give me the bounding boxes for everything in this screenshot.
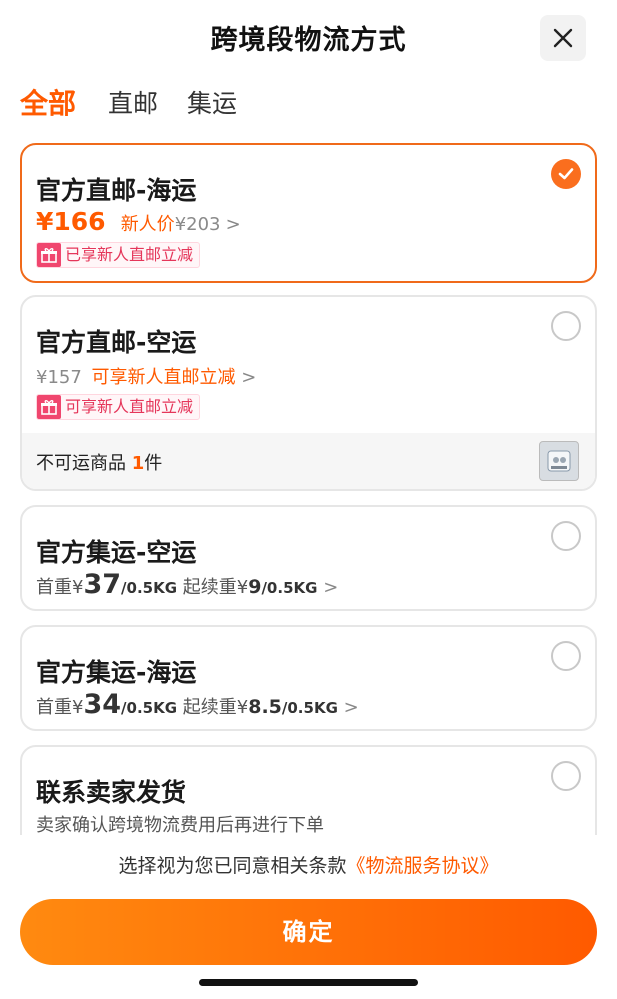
option-title: 官方集运-海运 <box>36 658 197 687</box>
close-icon <box>553 28 573 48</box>
unavailable-label: 不可运商品 <box>36 453 126 474</box>
radio-selected[interactable] <box>551 159 581 189</box>
radio-unselected[interactable] <box>551 311 581 341</box>
unavailable-items-text: 不可运商品 1件 <box>36 449 162 475</box>
shipping-option-consolidated-sea[interactable]: 官方集运-海运 首重¥34/0.5KG 起续重¥8.5/0.5KG > <box>20 625 597 731</box>
home-indicator <box>199 979 418 986</box>
extra-weight-price: 9 <box>248 576 262 598</box>
promo-tag: 已享新人直邮立减 <box>36 242 201 268</box>
price-line[interactable]: ¥157 可享新人直邮立减 > <box>36 363 256 389</box>
header: 跨境段物流方式 <box>0 0 617 78</box>
unavailable-unit: 件 <box>144 453 163 474</box>
radio-unselected[interactable] <box>551 641 581 671</box>
price: ¥166 <box>36 207 106 236</box>
close-button[interactable] <box>540 15 586 61</box>
price: ¥157 <box>36 367 82 388</box>
tab-all[interactable]: 全部 <box>20 82 76 122</box>
extra-weight-label: 起续重¥ <box>182 577 249 598</box>
shipping-option-direct-air[interactable]: 官方直邮-空运 ¥157 可享新人直邮立减 > 可享新人直邮立减 不可运商品 1… <box>20 295 597 491</box>
page-title: 跨境段物流方式 <box>210 25 407 56</box>
option-title: 官方直邮-空运 <box>36 328 197 357</box>
promo-tag-label: 已享新人直邮立减 <box>65 245 194 264</box>
gift-icon <box>37 243 61 267</box>
chevron-right-icon: > <box>343 697 359 718</box>
agreement-link[interactable]: 《物流服务协议》 <box>347 855 499 877</box>
option-description: 卖家确认跨境物流费用后再进行下单 <box>36 815 324 835</box>
agreement-text: 选择视为您已同意相关条款《物流服务协议》 <box>0 851 617 878</box>
promo-tag-label: 可享新人直邮立减 <box>65 397 194 416</box>
product-thumbnail <box>539 441 579 481</box>
original-price: ¥203 <box>174 214 221 235</box>
option-title: 官方直邮-海运 <box>36 176 197 205</box>
first-weight-price: 34 <box>83 689 122 720</box>
option-title: 联系卖家发货 <box>36 778 187 807</box>
tab-direct-mail[interactable]: 直邮 <box>108 84 158 120</box>
new-price-label: 新人价 <box>120 214 175 235</box>
first-weight-label: 首重¥ <box>36 697 84 718</box>
first-weight-price: 37 <box>83 569 122 600</box>
unavailable-items-row[interactable]: 不可运商品 1件 <box>22 433 595 489</box>
shipping-option-consolidated-air[interactable]: 官方集运-空运 首重¥37/0.5KG 起续重¥9/0.5KG > <box>20 505 597 611</box>
chevron-right-icon: > <box>241 367 257 388</box>
first-weight-unit: /0.5KG <box>121 579 178 597</box>
first-weight-unit: /0.5KG <box>121 699 178 717</box>
extra-weight-unit: /0.5KG <box>261 579 318 597</box>
extra-weight-price: 8.5 <box>248 696 282 718</box>
shipping-option-contact-seller[interactable]: 联系卖家发货 卖家确认跨境物流费用后再进行下单 <box>20 745 597 835</box>
tab-consolidated[interactable]: 集运 <box>187 84 237 120</box>
gift-icon <box>37 395 61 419</box>
first-weight-label: 首重¥ <box>36 577 84 598</box>
chevron-right-icon: > <box>323 577 339 598</box>
option-title: 官方集运-空运 <box>36 538 197 567</box>
chevron-right-icon: > <box>225 214 241 235</box>
promo-text: 可享新人直邮立减 <box>91 367 236 388</box>
shipping-options-list[interactable]: 官方直邮-海运 ¥166 新人价¥203 > 已享新人直邮立减 官方直邮-空运 … <box>0 143 617 835</box>
extra-weight-unit: /0.5KG <box>281 699 338 717</box>
extra-weight-label: 起续重¥ <box>182 697 249 718</box>
weight-pricing-line[interactable]: 首重¥37/0.5KG 起续重¥9/0.5KG > <box>36 569 338 600</box>
confirm-button[interactable]: 确定 <box>20 899 597 965</box>
price-line[interactable]: ¥166 新人价¥203 > <box>36 207 241 236</box>
promo-tag: 可享新人直邮立减 <box>36 394 201 420</box>
check-icon <box>558 168 574 180</box>
footer: 选择视为您已同意相关条款《物流服务协议》 确定 <box>0 835 617 999</box>
radio-unselected[interactable] <box>551 521 581 551</box>
radio-unselected[interactable] <box>551 761 581 791</box>
weight-pricing-line[interactable]: 首重¥34/0.5KG 起续重¥8.5/0.5KG > <box>36 689 359 720</box>
unavailable-count: 1 <box>131 453 145 474</box>
shipping-option-direct-sea[interactable]: 官方直邮-海运 ¥166 新人价¥203 > 已享新人直邮立减 <box>20 143 597 283</box>
agreement-label: 选择视为您已同意相关条款 <box>118 855 347 877</box>
